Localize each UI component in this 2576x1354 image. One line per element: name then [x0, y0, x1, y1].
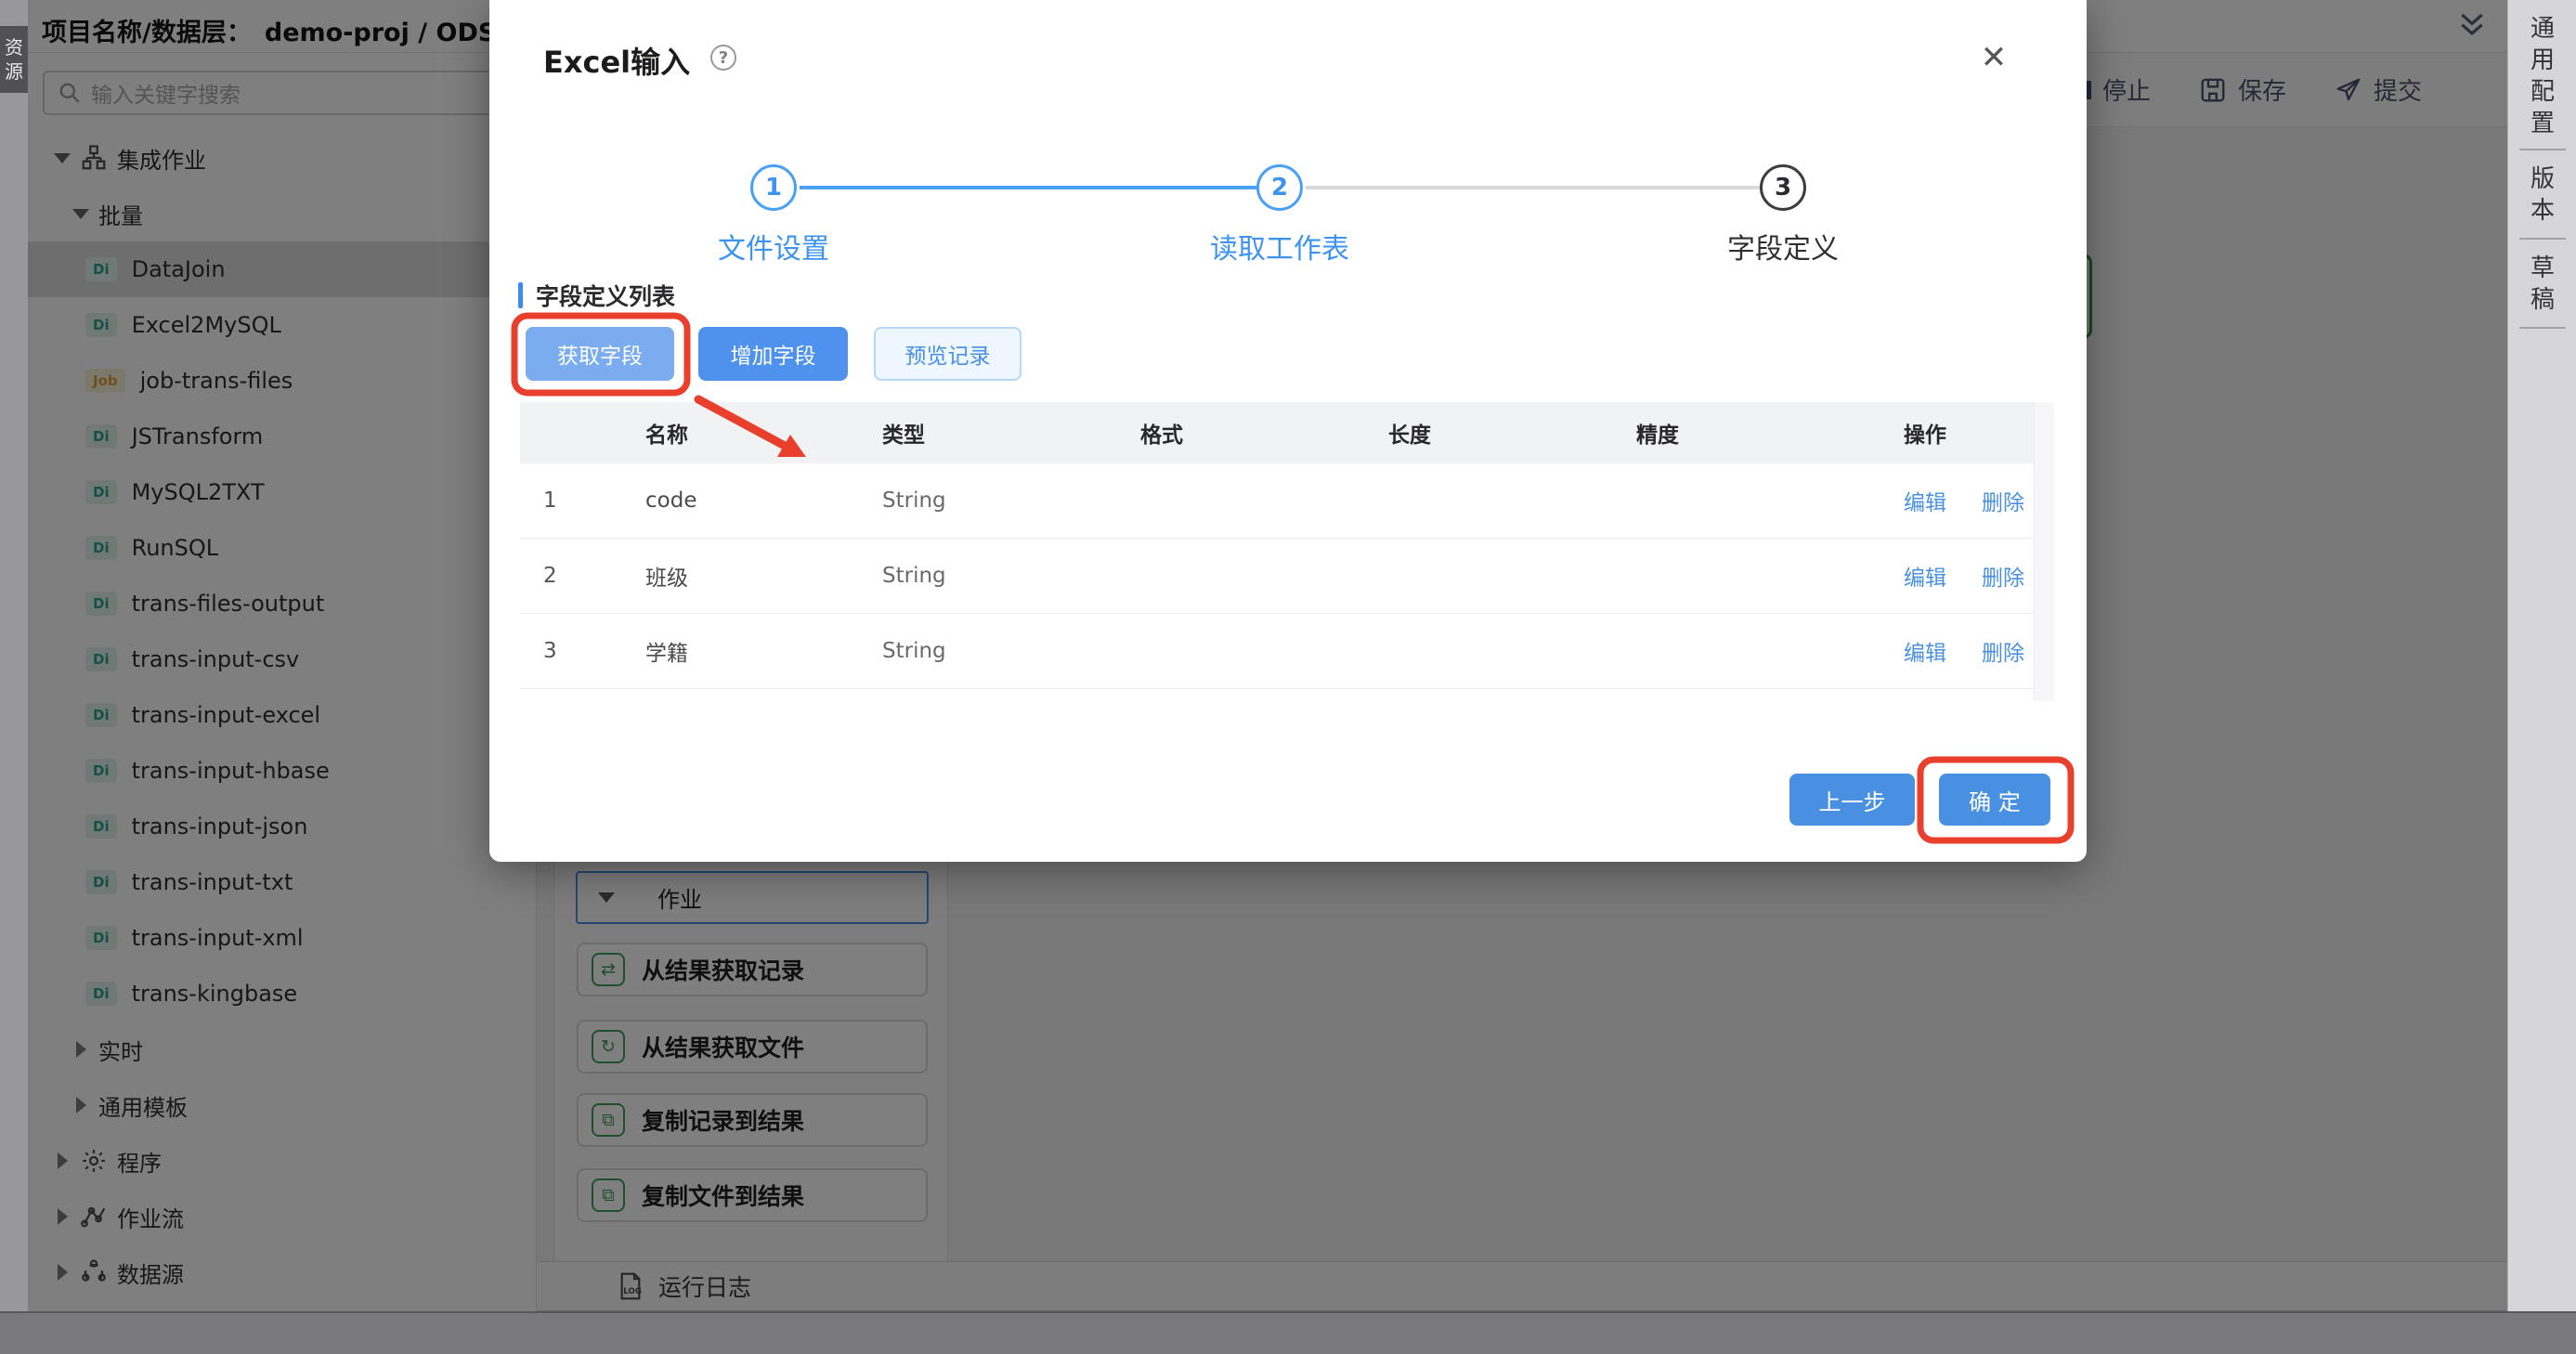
tab-general-config[interactable]: 通用配置: [2508, 13, 2576, 139]
fetch-fields-button[interactable]: 获取字段: [526, 327, 674, 381]
step-1-label: 文件设置: [653, 226, 894, 267]
delete-link[interactable]: 删除: [1982, 485, 2024, 516]
section-header: 字段定义列表: [518, 279, 675, 312]
step-3-circle[interactable]: 3: [1760, 164, 1806, 211]
field-name: 学籍: [622, 635, 859, 667]
col-precision: 精度: [1613, 417, 1880, 449]
step-connector-1-2: [800, 186, 1256, 189]
left-rail: 资源: [0, 0, 28, 1311]
divider: [2519, 238, 2566, 240]
field-type: String: [859, 639, 1117, 663]
tab-resources[interactable]: 资源: [0, 26, 28, 93]
step-1-circle[interactable]: 1: [750, 164, 797, 211]
help-icon[interactable]: ?: [710, 45, 736, 71]
row-index: 3: [520, 639, 622, 663]
tab-drafts[interactable]: 草稿: [2508, 253, 2576, 316]
field-type: String: [859, 564, 1117, 588]
preview-records-button[interactable]: 预览记录: [874, 327, 1021, 381]
step-3-label: 字段定义: [1662, 226, 1904, 267]
table-row: 1 code String 编辑 删除: [520, 463, 2034, 539]
field-name: 班级: [622, 560, 859, 592]
status-strip: [0, 1311, 2576, 1354]
col-name: 名称: [622, 417, 859, 449]
excel-input-dialog: Excel输入 ? ✕ 1 2 3 文件设置 读取工作表 字段定义 字段定义列表…: [489, 0, 2087, 862]
tab-versions[interactable]: 版本: [2508, 163, 2576, 227]
divider: [2519, 327, 2566, 329]
step-2-label: 读取工作表: [1159, 226, 1400, 267]
row-index: 2: [520, 564, 622, 588]
edit-link[interactable]: 编辑: [1904, 635, 1946, 667]
col-type: 类型: [859, 417, 1117, 449]
table-row: 3 学籍 String 编辑 删除: [520, 614, 2034, 689]
divider: [2519, 149, 2566, 150]
table-header-row: 名称 类型 格式 长度 精度 操作: [520, 402, 2034, 463]
section-title: 字段定义列表: [536, 279, 675, 312]
step-connector-2-3: [1306, 186, 1760, 189]
field-name: code: [622, 488, 859, 513]
app-screen: 项目名称/数据层：demo-proj / ODS 输入关键字搜索 集成作业 批量…: [0, 0, 2576, 1354]
step-2-circle[interactable]: 2: [1256, 164, 1303, 211]
col-operation: 操作: [1880, 417, 2034, 449]
field-type: String: [859, 488, 1117, 513]
table-scrollbar[interactable]: [2034, 402, 2054, 701]
add-field-button[interactable]: 增加字段: [698, 327, 848, 381]
table-row: 2 班级 String 编辑 删除: [520, 539, 2034, 614]
delete-link[interactable]: 删除: [1982, 635, 2024, 667]
previous-step-button[interactable]: 上一步: [1789, 774, 1915, 826]
edit-link[interactable]: 编辑: [1904, 560, 1946, 592]
row-index: 1: [520, 488, 622, 513]
field-definition-table: 名称 类型 格式 长度 精度 操作 1 code String 编辑 删除 2 …: [520, 402, 2034, 689]
edit-link[interactable]: 编辑: [1904, 485, 1946, 516]
delete-link[interactable]: 删除: [1982, 560, 2024, 592]
col-length: 长度: [1365, 417, 1613, 449]
col-format: 格式: [1117, 417, 1365, 449]
confirm-button[interactable]: 确 定: [1939, 774, 2050, 826]
close-icon[interactable]: ✕: [1973, 37, 2014, 78]
config-sidebar: 通用配置 版本 草稿: [2507, 0, 2576, 1311]
dialog-title: Excel输入: [543, 39, 690, 82]
section-accent-bar: [518, 282, 523, 308]
